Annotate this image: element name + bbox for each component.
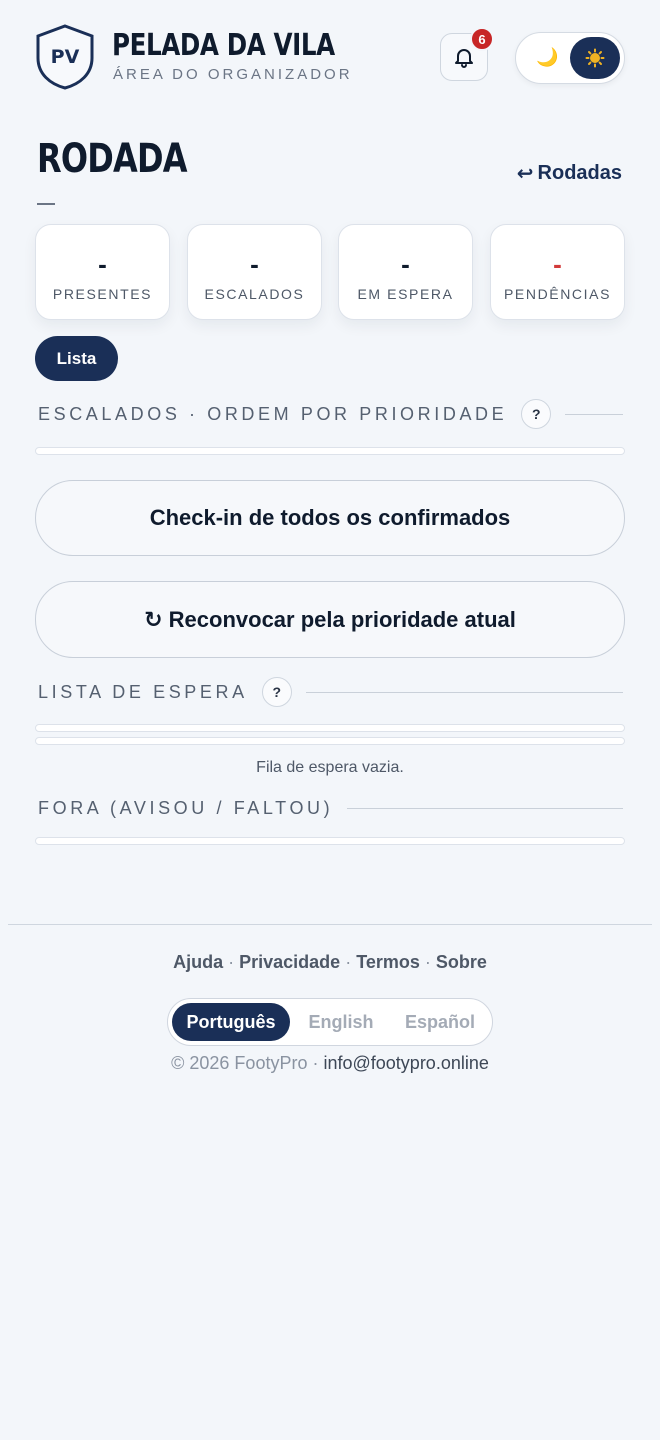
language-switcher: Português English Español <box>167 998 493 1046</box>
footer-divider <box>8 924 652 925</box>
page-title: RODADA <box>37 136 188 182</box>
espera-list <box>35 724 625 732</box>
espera-list-secondary <box>35 737 625 745</box>
section-escalados-label: ESCALADOS · ORDEM POR PRIORIDADE <box>38 403 508 424</box>
stat-label: ESCALADOS <box>204 286 305 302</box>
stat-value: - <box>98 249 107 279</box>
tab-lista[interactable]: Lista <box>35 336 118 381</box>
notification-count-badge: 6 <box>470 27 494 51</box>
copyright: © 2026 FootyPro · info@footypro.online <box>0 1053 660 1074</box>
section-fora-label: FORA (AVISOU / FALTOU) <box>38 797 334 818</box>
theme-toggle-knob <box>570 37 620 79</box>
help-escalados-button[interactable]: ? <box>521 399 552 429</box>
title-divider <box>37 203 55 205</box>
stat-card-escalados: - ESCALADOS <box>187 224 322 320</box>
checkin-all-button[interactable]: Check-in de todos os confirmados <box>35 480 625 556</box>
section-divider <box>347 807 623 809</box>
section-escalados-header: ESCALADOS · ORDEM POR PRIORIDADE ? <box>38 399 623 429</box>
sun-icon <box>585 48 605 68</box>
app-header: PV PELADA DA VILA ÁREA DO ORGANIZADOR 6 … <box>0 0 660 110</box>
footer-separator: · <box>345 952 357 972</box>
logo-text: PV <box>51 46 80 68</box>
section-divider <box>305 691 623 693</box>
theme-toggle[interactable]: 🌙 <box>515 32 625 84</box>
footer-links: Ajuda · Privacidade · Termos · Sobre <box>0 952 660 973</box>
language-option-portugues[interactable]: Português <box>172 1003 290 1041</box>
footer-link-privacidade[interactable]: Privacidade <box>239 952 340 972</box>
shield-logo-icon[interactable]: PV <box>35 24 95 90</box>
stat-value: - <box>553 249 562 279</box>
help-espera-button[interactable]: ? <box>261 677 292 707</box>
section-espera-label: LISTA DE ESPERA <box>38 681 248 702</box>
empty-waitlist-text: Fila de espera vazia. <box>256 759 404 776</box>
stat-value: - <box>250 249 259 279</box>
footer-separator: · <box>228 952 240 972</box>
back-to-rodadas-link[interactable]: ↩ Rodadas <box>517 161 622 186</box>
language-option-espanol[interactable]: Español <box>392 1003 488 1041</box>
section-espera-header: LISTA DE ESPERA ? <box>38 677 623 707</box>
stat-card-em-espera: - EM ESPERA <box>338 224 473 320</box>
back-link-label: Rodadas <box>537 162 622 184</box>
stat-label: PRESENTES <box>52 286 153 302</box>
moon-icon: 🌙 <box>536 47 559 67</box>
reconvocar-button[interactable]: ↻ Reconvocar pela prioridade atual <box>35 581 625 658</box>
section-fora-header: FORA (AVISOU / FALTOU) <box>38 794 623 822</box>
stat-label: PENDÊNCIAS <box>503 286 612 302</box>
brand-title: PELADA DA VILA <box>112 28 335 63</box>
bell-icon <box>455 49 473 68</box>
language-option-english[interactable]: English <box>296 1003 386 1041</box>
footer-separator: · <box>424 952 436 972</box>
stat-card-presentes: - PRESENTES <box>35 224 170 320</box>
copyright-text: © 2026 FootyPro · <box>171 1053 319 1073</box>
stat-card-pendencias: - PENDÊNCIAS <box>490 224 625 320</box>
footer-link-termos[interactable]: Termos <box>356 952 420 972</box>
footer-link-ajuda[interactable]: Ajuda <box>173 952 223 972</box>
stat-value: - <box>401 249 410 279</box>
section-divider <box>565 413 623 415</box>
footer-link-sobre[interactable]: Sobre <box>436 952 487 972</box>
stats-row: - PRESENTES - ESCALADOS - EM ESPERA - PE… <box>35 224 625 320</box>
fora-list <box>35 837 625 845</box>
stat-label: EM ESPERA <box>357 286 454 302</box>
contact-email-link[interactable]: info@footypro.online <box>323 1053 488 1073</box>
return-arrow-icon: ↩ <box>516 163 534 185</box>
escalados-list <box>35 447 625 455</box>
brand-subtitle: ÁREA DO ORGANIZADOR <box>113 66 353 83</box>
